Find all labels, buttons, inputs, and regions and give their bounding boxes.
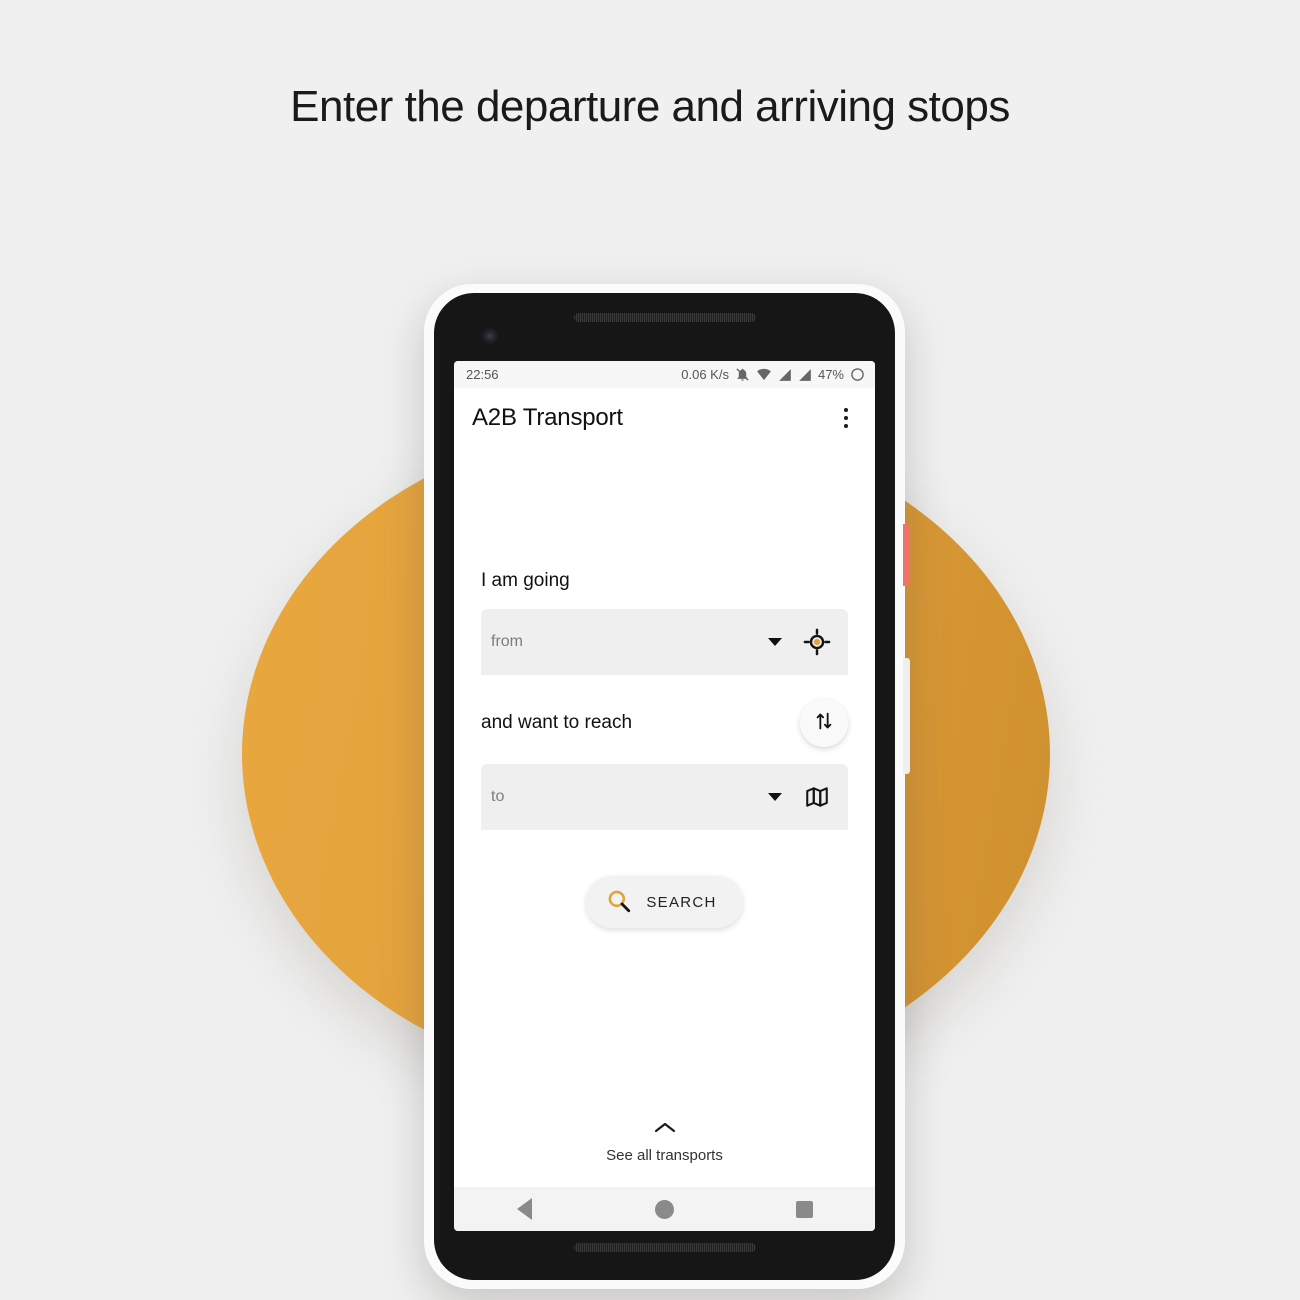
phone-body: 22:56 0.06 K/s 47% A2B Transport I am go… xyxy=(434,293,895,1280)
page-title: Enter the departure and arriving stops xyxy=(290,82,1010,131)
more-vertical-icon[interactable] xyxy=(829,398,863,438)
search-button[interactable]: SEARCH xyxy=(586,876,743,928)
chevron-down-icon[interactable] xyxy=(768,638,782,646)
chevron-up-icon xyxy=(454,1121,875,1139)
signal-icon xyxy=(798,368,812,382)
to-field-label: and want to reach xyxy=(481,712,633,733)
see-all-transports-label: See all transports xyxy=(606,1147,723,1164)
battery-percent-label: 47% xyxy=(817,367,844,382)
from-field-label: I am going xyxy=(481,570,570,591)
search-icon xyxy=(606,888,632,917)
see-all-transports-button[interactable]: See all transports xyxy=(454,1121,875,1165)
to-input-placeholder: to xyxy=(491,788,505,805)
from-input[interactable]: from xyxy=(481,609,848,675)
signal-icon xyxy=(778,368,792,382)
back-icon xyxy=(516,1198,532,1220)
nav-home-button[interactable] xyxy=(636,1187,692,1231)
status-bar: 22:56 0.06 K/s 47% xyxy=(454,361,875,388)
volume-button[interactable] xyxy=(903,658,910,774)
from-input-placeholder: from xyxy=(491,633,523,650)
bell-off-icon xyxy=(735,367,750,382)
app-title: A2B Transport xyxy=(472,404,623,431)
android-nav-bar xyxy=(454,1187,875,1231)
nav-recents-button[interactable] xyxy=(777,1187,833,1231)
search-row: SEARCH xyxy=(481,876,848,928)
nav-back-button[interactable] xyxy=(496,1187,552,1231)
chevron-down-icon[interactable] xyxy=(768,793,782,801)
battery-icon xyxy=(850,367,865,382)
swap-stops-button[interactable] xyxy=(800,699,848,747)
swap-vertical-icon xyxy=(813,710,835,737)
phone-device: 22:56 0.06 K/s 47% A2B Transport I am go… xyxy=(424,284,905,1289)
wifi-icon xyxy=(756,367,772,382)
front-camera-icon xyxy=(482,328,498,344)
main-content: I am going from and want to reach to SEA… xyxy=(454,448,875,1187)
earpiece-speaker-icon xyxy=(573,313,756,322)
status-icons: 0.06 K/s 47% xyxy=(681,367,865,382)
to-input[interactable]: to xyxy=(481,764,848,830)
bottom-speaker-icon xyxy=(573,1243,756,1252)
recents-icon xyxy=(796,1200,814,1218)
map-icon[interactable] xyxy=(800,780,834,814)
status-clock: 22:56 xyxy=(466,367,499,382)
to-field-header: and want to reach xyxy=(481,699,848,747)
search-button-label: SEARCH xyxy=(646,893,717,911)
home-icon xyxy=(654,1199,674,1219)
phone-screen: 22:56 0.06 K/s 47% A2B Transport I am go… xyxy=(454,361,875,1231)
power-button[interactable] xyxy=(903,524,909,586)
my-location-icon[interactable] xyxy=(800,625,834,659)
network-speed-label: 0.06 K/s xyxy=(681,367,729,382)
app-bar: A2B Transport xyxy=(454,388,875,448)
